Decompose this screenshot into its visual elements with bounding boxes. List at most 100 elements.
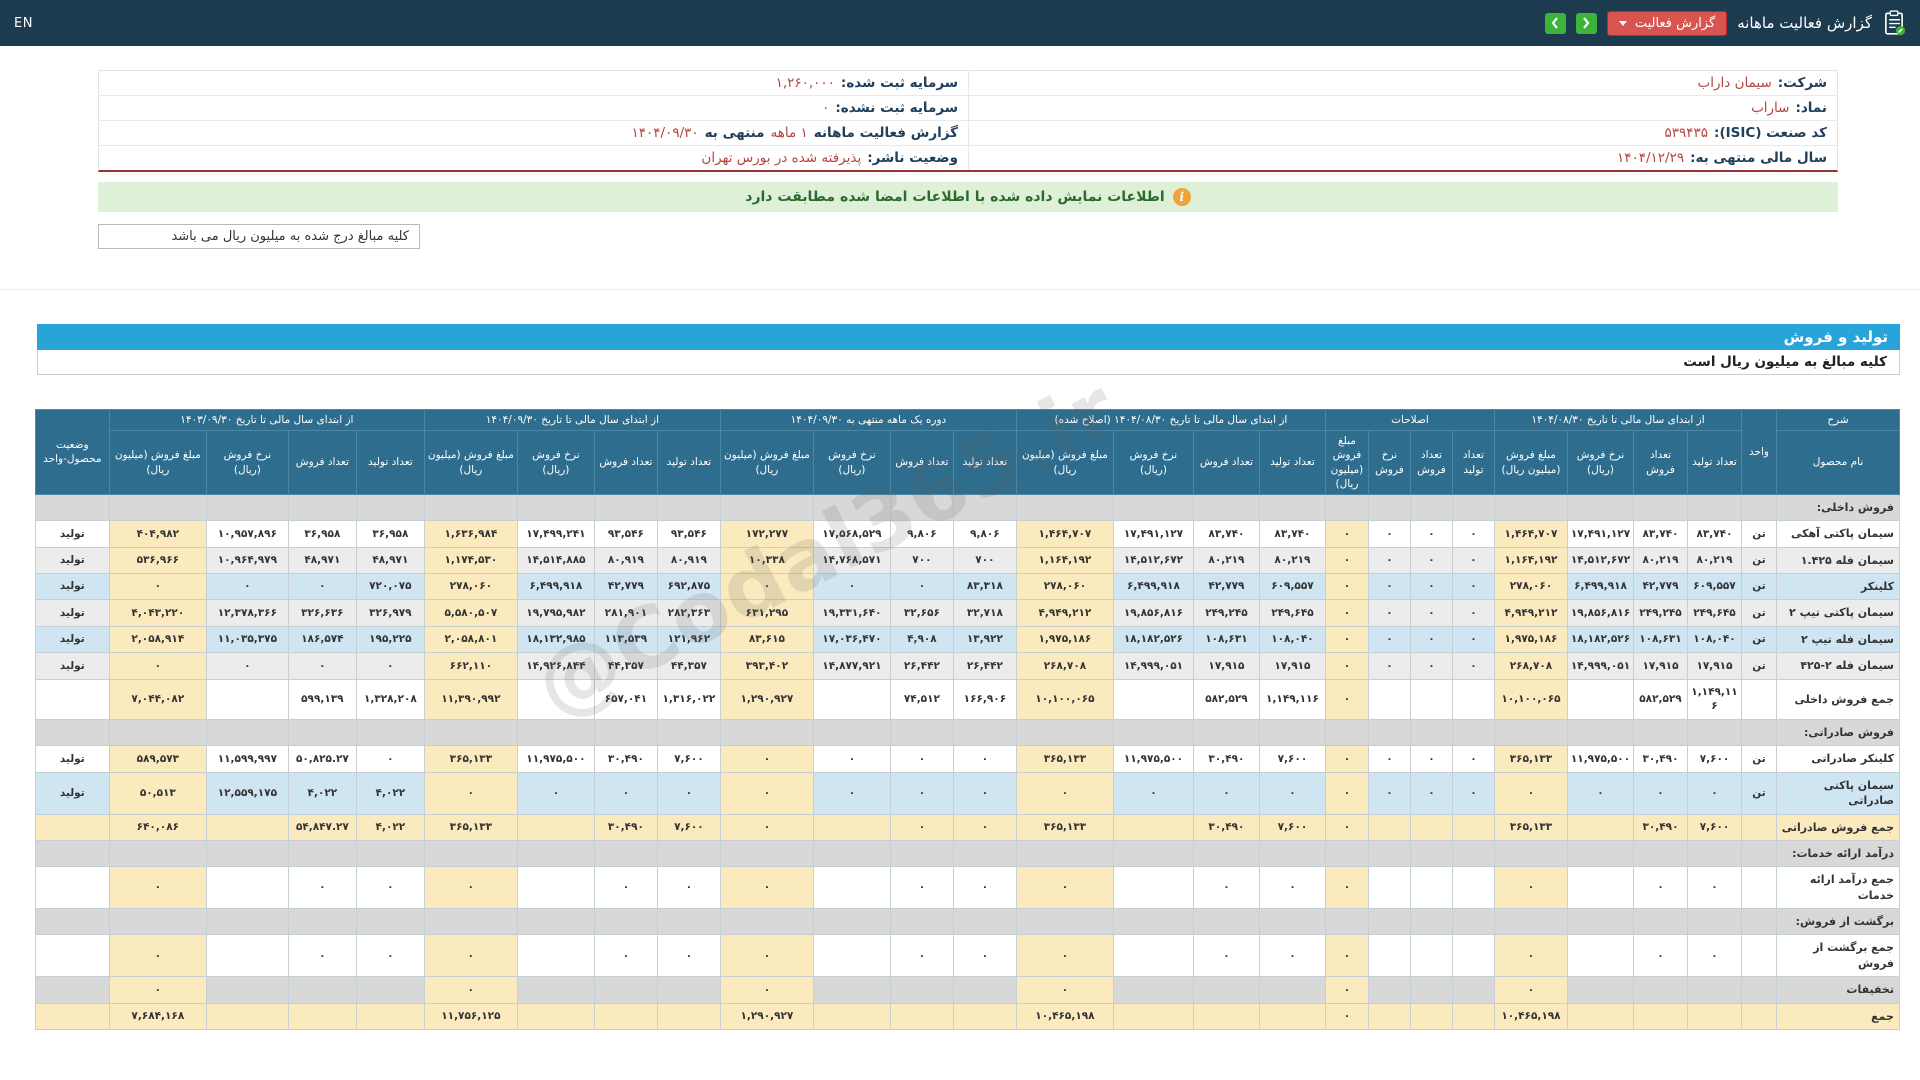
- value-cell: ۱۲,۵۵۹,۱۷۵: [206, 772, 288, 814]
- unit-cell: [1742, 867, 1777, 909]
- value-cell: ۸۰,۲۱۹: [1259, 547, 1325, 573]
- report-type-dropdown[interactable]: گزارش فعالیت: [1607, 11, 1727, 36]
- value-cell: [813, 719, 890, 745]
- value-cell: [813, 840, 890, 866]
- value-cell: ۸۳,۷۴۰: [1688, 521, 1742, 547]
- value-cell: ۶۴۰,۰۸۶: [109, 814, 206, 840]
- value-cell: [206, 977, 288, 1003]
- status-cell: تولید: [35, 547, 109, 573]
- value-cell: [356, 840, 424, 866]
- value-cell: [890, 719, 953, 745]
- value-cell: [1568, 814, 1634, 840]
- value-cell: [517, 719, 594, 745]
- report-icon[interactable]: [1882, 10, 1906, 36]
- value-cell: [813, 679, 890, 719]
- value-cell: ۱,۲۹۰,۹۲۷: [720, 1003, 813, 1029]
- value-cell: [1410, 840, 1452, 866]
- value-cell: ۰: [1259, 772, 1325, 814]
- value-cell: [1259, 977, 1325, 1003]
- value-cell: ۰: [1494, 772, 1567, 814]
- value-cell: [813, 867, 890, 909]
- sub-column-header: تعداد فروش: [594, 431, 657, 495]
- value-cell: ۲۸۱,۹۰۱: [594, 600, 657, 626]
- value-cell: ۰: [720, 935, 813, 977]
- value-cell: [424, 719, 517, 745]
- value-cell: [1113, 719, 1193, 745]
- value-cell: ۷,۶۸۴,۱۶۸: [109, 1003, 206, 1029]
- value-cell: ۱۱,۷۵۶,۱۲۵: [424, 1003, 517, 1029]
- value-cell: ۴۰۴,۹۸۲: [109, 521, 206, 547]
- value-cell: [813, 909, 890, 935]
- value-cell: [1368, 840, 1410, 866]
- value-cell: ۰: [1193, 772, 1259, 814]
- value-cell: [1325, 840, 1368, 866]
- value-cell: [1368, 977, 1410, 1003]
- value-cell: ۱۳,۹۲۲: [953, 626, 1016, 652]
- value-cell: [1259, 719, 1325, 745]
- unit-cell: [1742, 494, 1777, 520]
- value-cell: ۱۰,۹۵۷,۸۹۶: [206, 521, 288, 547]
- value-cell: ۰: [1368, 574, 1410, 600]
- value-cell: [424, 840, 517, 866]
- value-cell: [1410, 977, 1452, 1003]
- value-cell: ۱۶۶,۹۰۶: [953, 679, 1016, 719]
- value-cell: ۴۴,۳۵۷: [657, 653, 720, 679]
- value-cell: [1688, 977, 1742, 1003]
- value-cell: ۷,۶۰۰: [1259, 746, 1325, 772]
- value-cell: ۰: [1634, 867, 1688, 909]
- value-cell: ۱,۱۶۴,۱۹۲: [1494, 547, 1567, 573]
- value-cell: [953, 840, 1016, 866]
- nav-forward-button[interactable]: [1576, 13, 1597, 34]
- value-cell: ۰: [1452, 653, 1494, 679]
- value-cell: ۰: [1325, 653, 1368, 679]
- value-cell: ۰: [1368, 626, 1410, 652]
- value-cell: ۱,۲۹۰,۹۲۷: [720, 679, 813, 719]
- language-toggle-en[interactable]: EN: [14, 16, 33, 31]
- value-cell: ۷۲۰,۰۷۵: [356, 574, 424, 600]
- product-name-cell: سیمان فله ۲-۴۲۵: [1777, 653, 1900, 679]
- product-name-cell: سیمان پاکتی آهکی: [1777, 521, 1900, 547]
- value-cell: [288, 1003, 356, 1029]
- value-cell: [206, 494, 288, 520]
- value-cell: [953, 909, 1016, 935]
- value-cell: [517, 1003, 594, 1029]
- value-cell: ۱۱,۹۷۵,۵۰۰: [1568, 746, 1634, 772]
- table-row: سیمان فله ۱.۴۲۵تن۸۰,۲۱۹۸۰,۲۱۹۱۴,۵۱۲,۶۷۲۱…: [35, 547, 1899, 573]
- value-cell: ۳۰,۴۹۰: [1193, 746, 1259, 772]
- value-cell: [356, 977, 424, 1003]
- value-cell: [1634, 840, 1688, 866]
- value-cell: ۰: [1452, 600, 1494, 626]
- section-title-bar: تولید و فروش: [37, 324, 1900, 350]
- value-cell: ۴,۹۰۸: [890, 626, 953, 652]
- value-cell: ۵۰,۵۱۳: [109, 772, 206, 814]
- value-cell: [1016, 494, 1113, 520]
- status-cell: [35, 719, 109, 745]
- product-name-cell: تخفیفات: [1777, 977, 1900, 1003]
- value-cell: ۴۴,۳۵۷: [594, 653, 657, 679]
- value-cell: ۰: [1568, 772, 1634, 814]
- value-cell: ۰: [1410, 547, 1452, 573]
- value-cell: ۸۳,۶۱۵: [720, 626, 813, 652]
- value-cell: [356, 719, 424, 745]
- value-cell: ۰: [109, 653, 206, 679]
- group-header: دوره یک ماهه منتهی به ۱۴۰۴/۰۹/۳۰: [720, 410, 1016, 431]
- value-cell: [1452, 867, 1494, 909]
- value-cell: [1568, 909, 1634, 935]
- status-cell: تولید: [35, 521, 109, 547]
- value-cell: ۰: [890, 867, 953, 909]
- value-cell: ۲۷۸,۰۶۰: [1016, 574, 1113, 600]
- nav-back-button[interactable]: [1545, 13, 1566, 34]
- sub-column-header: نرخ فروش (ریال): [1568, 431, 1634, 495]
- value-cell: [1325, 494, 1368, 520]
- value-cell: ۰: [356, 935, 424, 977]
- value-cell: ۵۸۹,۵۷۳: [109, 746, 206, 772]
- value-cell: [890, 909, 953, 935]
- value-cell: [1452, 494, 1494, 520]
- value-cell: ۱۹,۸۵۶,۸۱۶: [1568, 600, 1634, 626]
- value-cell: ۱۷۲,۲۷۷: [720, 521, 813, 547]
- value-cell: ۰: [720, 814, 813, 840]
- value-cell: ۰: [1113, 772, 1193, 814]
- table-row: تخفیفات۰۰۰۰۰۰: [35, 977, 1899, 1003]
- value-cell: ۱۱,۳۹۰,۹۹۲: [424, 679, 517, 719]
- value-cell: ۱۴,۷۶۸,۵۷۱: [813, 547, 890, 573]
